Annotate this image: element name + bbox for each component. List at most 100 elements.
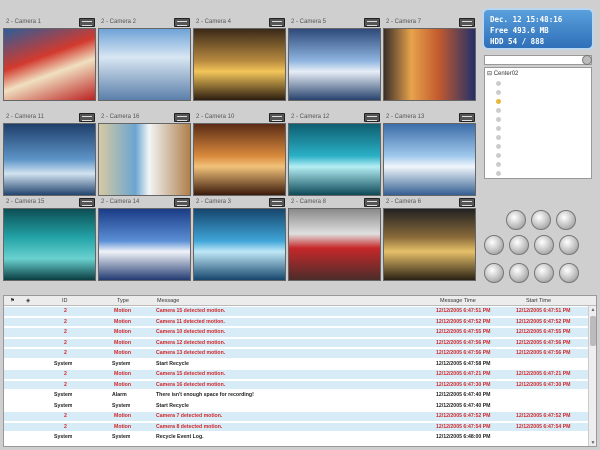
camera-tile[interactable]: 2 - Camera 5 [288, 18, 381, 101]
device-tree[interactable]: ⊟ Center02 [484, 67, 592, 179]
tree-root[interactable]: ⊟ Center02 [487, 70, 589, 79]
table-row[interactable]: System Alarm There isn't enough space for … [4, 391, 588, 400]
camera-control-icon[interactable] [269, 113, 285, 122]
camera-tile[interactable]: 2 - Camera 8 [288, 198, 381, 281]
table-row[interactable]: 2 Motion Camera 7 detected motion. 12/12/20… [4, 412, 588, 421]
camera-feed[interactable] [383, 123, 476, 196]
camera-tile[interactable]: 2 - Camera 14 [98, 198, 191, 281]
camera-tile[interactable]: 2 - Camera 4 [193, 18, 286, 101]
scroll-up-icon[interactable]: ▲ [590, 307, 596, 313]
camera-tile[interactable]: 2 - Camera 13 [383, 113, 476, 196]
camera-feed[interactable] [383, 208, 476, 281]
camera-feed[interactable] [193, 123, 286, 196]
camera-control-icon[interactable] [269, 18, 285, 27]
scroll-down-icon[interactable]: ▼ [590, 440, 596, 446]
lock-icon[interactable]: ◈ [26, 296, 30, 306]
camera-feed[interactable] [193, 28, 286, 101]
camera-feed[interactable] [3, 123, 96, 196]
table-row[interactable]: 2 Motion Camera 16 detected motion. 12/12/2… [4, 380, 588, 389]
audio-button[interactable] [509, 263, 529, 283]
camera-control-icon[interactable] [174, 18, 190, 27]
camera-feed[interactable] [288, 28, 381, 101]
layout-button[interactable] [484, 235, 504, 255]
tree-item[interactable] [487, 106, 589, 115]
camera-tile[interactable]: 2 - Camera 10 [193, 113, 286, 196]
table-row[interactable]: 2 Motion Camera 11 detected motion. 12/12/2… [4, 317, 588, 326]
camera-tile[interactable]: 2 - Camera 15 [3, 198, 96, 281]
tree-item[interactable] [487, 169, 589, 178]
search-button[interactable] [559, 235, 579, 255]
status-date: Dec. 12 15:48:16 [490, 15, 563, 24]
column-header-id[interactable]: ID [62, 296, 68, 306]
column-header-message-time[interactable]: Message Time [440, 296, 476, 306]
camera-feed[interactable] [98, 123, 191, 196]
camera-tile[interactable]: 2 - Camera 3 [193, 198, 286, 281]
tree-item[interactable] [487, 97, 589, 106]
camera-feed[interactable] [288, 123, 381, 196]
table-row[interactable]: 2 Motion Camera 12 detected motion. 12/12/2… [4, 338, 588, 347]
settings-button[interactable] [534, 235, 554, 255]
table-row[interactable]: 2 Motion Camera 13 detected motion. 12/12/2… [4, 349, 588, 358]
tree-item[interactable] [487, 124, 589, 133]
camera-feed[interactable] [98, 208, 191, 281]
table-row[interactable]: System System Recycle Event Log. 12/12/2005… [4, 433, 588, 442]
camera-control-icon[interactable] [459, 18, 475, 27]
camera-feed[interactable] [383, 28, 476, 101]
camera-feed[interactable] [288, 208, 381, 281]
tree-item[interactable] [487, 160, 589, 169]
table-row[interactable]: 2 Motion Camera 8 detected motion. 12/12/20… [4, 422, 588, 431]
tree-item[interactable] [487, 133, 589, 142]
camera-control-icon[interactable] [269, 198, 285, 207]
camera-control-icon[interactable] [79, 18, 95, 27]
tree-item[interactable] [487, 79, 589, 88]
refresh-button[interactable] [556, 210, 576, 230]
status-panel: Dec. 12 15:48:16 Free 493.6 MB HDD 54 / … [482, 8, 594, 50]
camera-control-icon[interactable] [79, 198, 95, 207]
tree-item[interactable] [487, 115, 589, 124]
tree-item[interactable] [487, 151, 589, 160]
column-header-message[interactable]: Message [157, 296, 179, 306]
playback-button[interactable] [506, 210, 526, 230]
column-header-start-time[interactable]: Start Time [526, 296, 551, 306]
camera-control-icon[interactable] [459, 113, 475, 122]
camera-control-icon[interactable] [174, 113, 190, 122]
table-row[interactable]: 2 Motion Camera 15 detected motion. 12/12/2… [4, 307, 588, 316]
camera-feed[interactable] [98, 28, 191, 101]
camera-control-icon[interactable] [364, 18, 380, 27]
camera-feed[interactable] [3, 208, 96, 281]
camera-tile[interactable]: 2 - Camera 6 [383, 198, 476, 281]
camera-control-icon[interactable] [364, 113, 380, 122]
camera-tile[interactable]: 2 - Camera 1 [3, 18, 96, 101]
tree-item[interactable] [487, 88, 589, 97]
camera-control-icon[interactable] [79, 113, 95, 122]
camera-control-icon[interactable] [459, 198, 475, 207]
user-button[interactable] [531, 210, 551, 230]
table-row[interactable]: System System Start Recycle 12/12/2005 6:47… [4, 402, 588, 411]
table-row[interactable]: 2 Motion Camera 10 detected motion. 12/12/2… [4, 328, 588, 337]
tree-item[interactable] [487, 142, 589, 151]
camera-control-icon[interactable] [174, 198, 190, 207]
network-button[interactable] [534, 263, 554, 283]
log-scrollbar[interactable]: ▲ ▼ [588, 306, 596, 446]
camera-tile[interactable]: 2 - Camera 16 [98, 113, 191, 196]
filter-icon[interactable]: ⚑ [10, 296, 15, 306]
ptz-button[interactable] [484, 263, 504, 283]
search-icon[interactable] [582, 55, 592, 65]
camera-tile[interactable]: 2 - Camera 11 [3, 113, 96, 196]
table-row[interactable]: System System Start Recycle 12/12/2005 6:47… [4, 360, 588, 369]
camera-tile[interactable]: 2 - Camera 7 [383, 18, 476, 101]
table-row[interactable]: 2 Motion Camera 15 detected motion. 12/12/2… [4, 370, 588, 379]
scroll-thumb[interactable] [590, 316, 596, 346]
power-button[interactable] [559, 263, 579, 283]
column-header-type[interactable]: Type [117, 296, 129, 306]
row-id: 2 [64, 413, 67, 419]
camera-tile[interactable]: 2 - Camera 2 [98, 18, 191, 101]
camera-feed[interactable] [3, 28, 96, 101]
camera-feed[interactable] [193, 208, 286, 281]
search-input[interactable] [484, 55, 592, 65]
record-button[interactable] [509, 235, 529, 255]
camera-node-icon [496, 162, 501, 167]
row-message-time: 12/12/2005 6:47:40 PM [436, 402, 491, 409]
camera-control-icon[interactable] [364, 198, 380, 207]
camera-tile[interactable]: 2 - Camera 12 [288, 113, 381, 196]
